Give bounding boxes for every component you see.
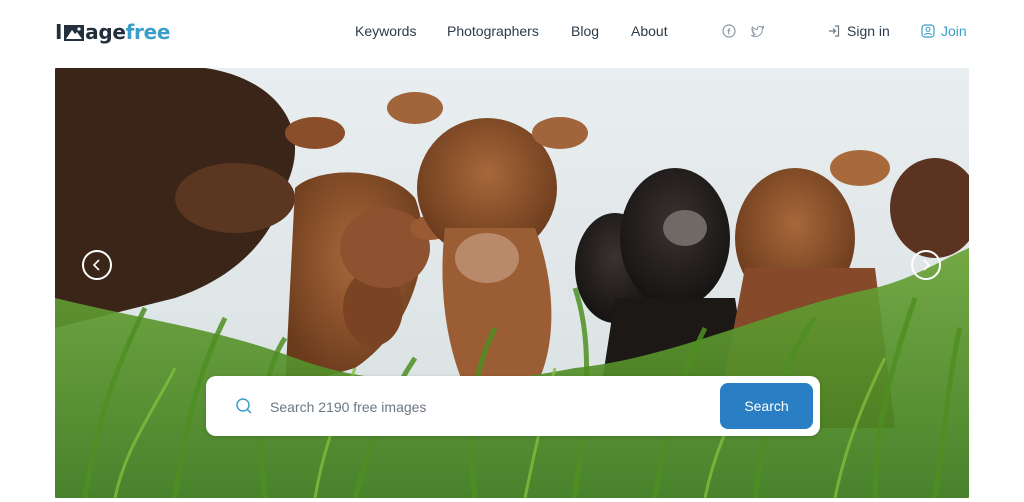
chevron-left-icon: [92, 259, 100, 271]
signin-icon: [829, 25, 840, 37]
mountain-logo-icon: [64, 25, 85, 41]
site-logo[interactable]: I age free: [55, 18, 170, 46]
nav-about[interactable]: About: [631, 23, 668, 39]
twitter-icon[interactable]: [751, 24, 765, 38]
nav-blog[interactable]: Blog: [571, 23, 599, 39]
search-bar: Search: [206, 376, 820, 436]
search-icon: [236, 398, 252, 414]
carousel-next-button[interactable]: [911, 250, 941, 280]
signin-link[interactable]: Sign in: [827, 23, 890, 39]
search-button[interactable]: Search: [720, 383, 813, 429]
facebook-icon[interactable]: [722, 24, 736, 38]
user-icon: [921, 24, 935, 38]
site-header: I age free Keywords Photographers Blog Ab…: [0, 0, 1024, 64]
chevron-right-icon: [923, 259, 931, 271]
nav-photographers[interactable]: Photographers: [447, 23, 539, 39]
carousel-prev-button[interactable]: [82, 250, 112, 280]
search-input[interactable]: [268, 394, 692, 420]
nav-keywords[interactable]: Keywords: [355, 23, 416, 39]
join-link[interactable]: Join: [921, 23, 967, 39]
